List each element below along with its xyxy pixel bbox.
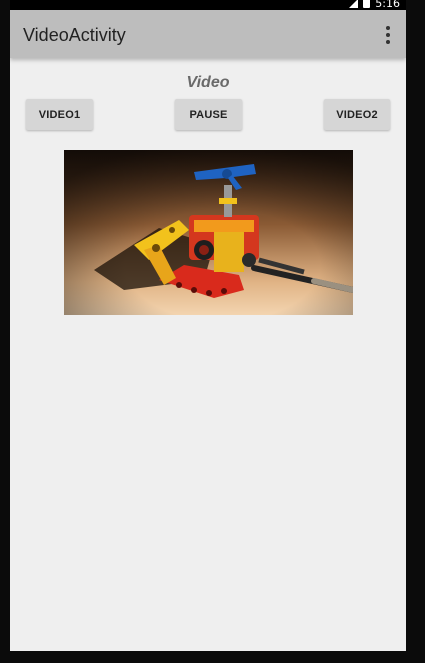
navigation-bar: [10, 651, 406, 663]
app-screen: VideoActivity Video VIDEO1 PAUSE VIDEO2: [10, 10, 406, 651]
status-bar: 5:16: [10, 0, 406, 10]
app-bar: VideoActivity: [10, 10, 406, 58]
video1-button[interactable]: VIDEO1: [26, 99, 93, 130]
app-title: VideoActivity: [23, 25, 126, 45]
video-view[interactable]: [64, 150, 353, 315]
battery-icon: [363, 0, 371, 8]
video-thumbnail-image: [64, 150, 353, 315]
signal-icon: [349, 0, 359, 8]
status-time: 5:16: [375, 0, 400, 10]
video-heading: Video: [186, 74, 230, 91]
video2-button[interactable]: VIDEO2: [324, 99, 390, 130]
status-icons: 5:16: [349, 0, 400, 10]
more-vert-icon[interactable]: [380, 24, 396, 46]
pause-button[interactable]: PAUSE: [175, 99, 242, 130]
